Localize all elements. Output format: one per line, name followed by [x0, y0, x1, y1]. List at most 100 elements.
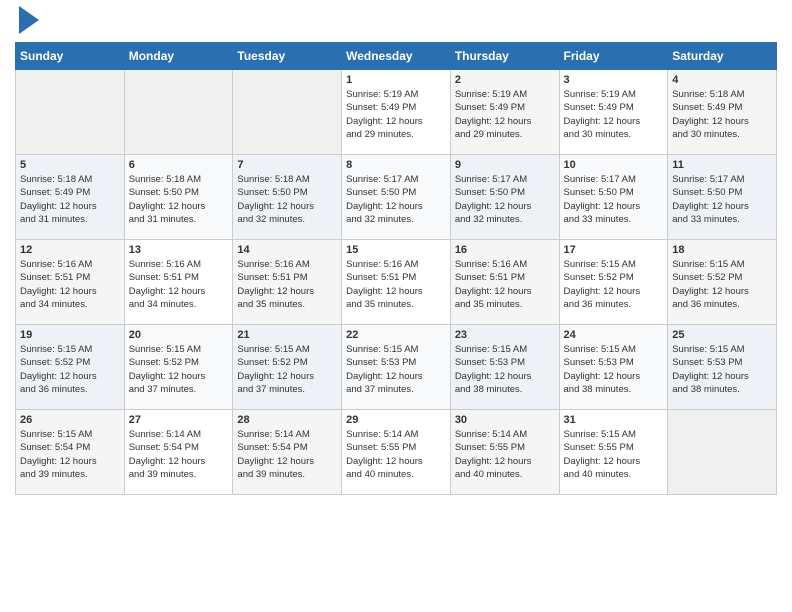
calendar-cell: 29 Sunrise: 5:14 AM Sunset: 5:55 PM Dayli…	[342, 410, 451, 495]
day-header-tuesday: Tuesday	[233, 43, 342, 70]
day-info: Sunrise: 5:18 AM Sunset: 5:49 PM Dayligh…	[20, 173, 120, 226]
logo-icon	[17, 6, 41, 34]
day-header-monday: Monday	[124, 43, 233, 70]
day-info: Sunrise: 5:18 AM Sunset: 5:50 PM Dayligh…	[237, 173, 337, 226]
day-info: Sunrise: 5:16 AM Sunset: 5:51 PM Dayligh…	[129, 258, 229, 311]
calendar-cell: 26 Sunrise: 5:15 AM Sunset: 5:54 PM Dayli…	[16, 410, 125, 495]
day-info: Sunrise: 5:17 AM Sunset: 5:50 PM Dayligh…	[346, 173, 446, 226]
day-number: 23	[455, 329, 555, 341]
day-info: Sunrise: 5:19 AM Sunset: 5:49 PM Dayligh…	[564, 88, 664, 141]
day-number: 25	[672, 329, 772, 341]
day-number: 24	[564, 329, 664, 341]
day-info: Sunrise: 5:19 AM Sunset: 5:49 PM Dayligh…	[455, 88, 555, 141]
day-header-thursday: Thursday	[450, 43, 559, 70]
calendar-cell: 18 Sunrise: 5:15 AM Sunset: 5:52 PM Dayli…	[668, 240, 777, 325]
day-info: Sunrise: 5:14 AM Sunset: 5:55 PM Dayligh…	[346, 428, 446, 481]
day-number: 4	[672, 74, 772, 86]
day-number: 8	[346, 159, 446, 171]
day-info: Sunrise: 5:17 AM Sunset: 5:50 PM Dayligh…	[564, 173, 664, 226]
calendar-cell: 14Sunrise: 5:16 AM Sunset: 5:51 PM Dayli…	[233, 240, 342, 325]
calendar-week-row: 26 Sunrise: 5:15 AM Sunset: 5:54 PM Dayli…	[16, 410, 777, 495]
calendar-cell	[16, 70, 125, 155]
day-info: Sunrise: 5:15 AM Sunset: 5:53 PM Dayligh…	[455, 343, 555, 396]
day-number: 17	[564, 244, 664, 256]
calendar-cell: 9 Sunrise: 5:17 AM Sunset: 5:50 PM Daylig…	[450, 155, 559, 240]
calendar-cell: 8 Sunrise: 5:17 AM Sunset: 5:50 PM Daylig…	[342, 155, 451, 240]
day-number: 31	[564, 414, 664, 426]
logo	[15, 10, 41, 34]
day-number: 19	[20, 329, 120, 341]
day-number: 13	[129, 244, 229, 256]
day-number: 12	[20, 244, 120, 256]
calendar-cell: 24 Sunrise: 5:15 AM Sunset: 5:53 PM Dayli…	[559, 325, 668, 410]
calendar-cell: 7 Sunrise: 5:18 AM Sunset: 5:50 PM Daylig…	[233, 155, 342, 240]
day-info: Sunrise: 5:15 AM Sunset: 5:52 PM Dayligh…	[129, 343, 229, 396]
day-info: Sunrise: 5:15 AM Sunset: 5:54 PM Dayligh…	[20, 428, 120, 481]
calendar-cell: 6Sunrise: 5:18 AM Sunset: 5:50 PM Daylig…	[124, 155, 233, 240]
calendar-cell: 21Sunrise: 5:15 AM Sunset: 5:52 PM Dayli…	[233, 325, 342, 410]
calendar-cell: 19 Sunrise: 5:15 AM Sunset: 5:52 PM Dayli…	[16, 325, 125, 410]
calendar-header-row: SundayMondayTuesdayWednesdayThursdayFrid…	[16, 43, 777, 70]
day-number: 15	[346, 244, 446, 256]
calendar-cell: 30Sunrise: 5:14 AM Sunset: 5:55 PM Dayli…	[450, 410, 559, 495]
day-number: 9	[455, 159, 555, 171]
calendar-cell: 28 Sunrise: 5:14 AM Sunset: 5:54 PM Dayli…	[233, 410, 342, 495]
day-number: 29	[346, 414, 446, 426]
day-info: Sunrise: 5:18 AM Sunset: 5:49 PM Dayligh…	[672, 88, 772, 141]
day-header-friday: Friday	[559, 43, 668, 70]
day-info: Sunrise: 5:15 AM Sunset: 5:53 PM Dayligh…	[672, 343, 772, 396]
day-info: Sunrise: 5:16 AM Sunset: 5:51 PM Dayligh…	[20, 258, 120, 311]
calendar-cell: 4 Sunrise: 5:18 AM Sunset: 5:49 PM Daylig…	[668, 70, 777, 155]
day-info: Sunrise: 5:15 AM Sunset: 5:53 PM Dayligh…	[564, 343, 664, 396]
calendar-cell: 31 Sunrise: 5:15 AM Sunset: 5:55 PM Dayli…	[559, 410, 668, 495]
day-number: 5	[20, 159, 120, 171]
day-number: 11	[672, 159, 772, 171]
day-number: 14	[237, 244, 337, 256]
day-number: 18	[672, 244, 772, 256]
calendar-cell	[233, 70, 342, 155]
day-header-wednesday: Wednesday	[342, 43, 451, 70]
day-number: 20	[129, 329, 229, 341]
day-number: 16	[455, 244, 555, 256]
day-info: Sunrise: 5:15 AM Sunset: 5:52 PM Dayligh…	[672, 258, 772, 311]
calendar-cell: 23 Sunrise: 5:15 AM Sunset: 5:53 PM Dayli…	[450, 325, 559, 410]
calendar-cell: 3 Sunrise: 5:19 AM Sunset: 5:49 PM Daylig…	[559, 70, 668, 155]
day-info: Sunrise: 5:16 AM Sunset: 5:51 PM Dayligh…	[455, 258, 555, 311]
calendar-cell: 15 Sunrise: 5:16 AM Sunset: 5:51 PM Dayli…	[342, 240, 451, 325]
day-number: 30	[455, 414, 555, 426]
day-info: Sunrise: 5:15 AM Sunset: 5:52 PM Dayligh…	[20, 343, 120, 396]
day-info: Sunrise: 5:15 AM Sunset: 5:55 PM Dayligh…	[564, 428, 664, 481]
calendar-cell: 12 Sunrise: 5:16 AM Sunset: 5:51 PM Dayli…	[16, 240, 125, 325]
day-number: 6	[129, 159, 229, 171]
calendar-cell: 16 Sunrise: 5:16 AM Sunset: 5:51 PM Dayli…	[450, 240, 559, 325]
day-number: 22	[346, 329, 446, 341]
day-info: Sunrise: 5:14 AM Sunset: 5:54 PM Dayligh…	[129, 428, 229, 481]
day-number: 7	[237, 159, 337, 171]
calendar-cell	[668, 410, 777, 495]
day-info: Sunrise: 5:17 AM Sunset: 5:50 PM Dayligh…	[455, 173, 555, 226]
calendar-cell: 11Sunrise: 5:17 AM Sunset: 5:50 PM Dayli…	[668, 155, 777, 240]
calendar-cell: 13 Sunrise: 5:16 AM Sunset: 5:51 PM Dayli…	[124, 240, 233, 325]
day-number: 26	[20, 414, 120, 426]
calendar-week-row: 5 Sunrise: 5:18 AM Sunset: 5:49 PM Daylig…	[16, 155, 777, 240]
calendar-table: SundayMondayTuesdayWednesdayThursdayFrid…	[15, 42, 777, 495]
day-number: 28	[237, 414, 337, 426]
day-number: 3	[564, 74, 664, 86]
day-number: 10	[564, 159, 664, 171]
page-header	[15, 10, 777, 34]
calendar-cell: 17 Sunrise: 5:15 AM Sunset: 5:52 PM Dayli…	[559, 240, 668, 325]
day-number: 27	[129, 414, 229, 426]
calendar-cell: 5 Sunrise: 5:18 AM Sunset: 5:49 PM Daylig…	[16, 155, 125, 240]
day-number: 21	[237, 329, 337, 341]
calendar-week-row: 1Sunrise: 5:19 AM Sunset: 5:49 PM Daylig…	[16, 70, 777, 155]
day-info: Sunrise: 5:16 AM Sunset: 5:51 PM Dayligh…	[346, 258, 446, 311]
calendar-week-row: 12 Sunrise: 5:16 AM Sunset: 5:51 PM Dayli…	[16, 240, 777, 325]
day-info: Sunrise: 5:14 AM Sunset: 5:54 PM Dayligh…	[237, 428, 337, 481]
day-header-saturday: Saturday	[668, 43, 777, 70]
day-info: Sunrise: 5:19 AM Sunset: 5:49 PM Dayligh…	[346, 88, 446, 141]
calendar-cell: 2Sunrise: 5:19 AM Sunset: 5:49 PM Daylig…	[450, 70, 559, 155]
calendar-cell: 20 Sunrise: 5:15 AM Sunset: 5:52 PM Dayli…	[124, 325, 233, 410]
calendar-cell: 27 Sunrise: 5:14 AM Sunset: 5:54 PM Dayli…	[124, 410, 233, 495]
day-info: Sunrise: 5:15 AM Sunset: 5:52 PM Dayligh…	[564, 258, 664, 311]
day-header-sunday: Sunday	[16, 43, 125, 70]
